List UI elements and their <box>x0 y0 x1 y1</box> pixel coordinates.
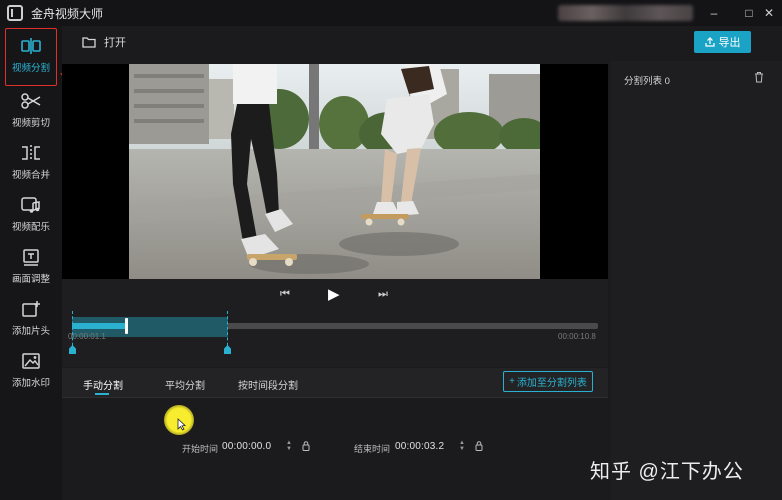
start-time-input[interactable]: 00:00:00.0 <box>222 441 271 452</box>
start-time-stepper[interactable]: ▲ ▼ <box>286 440 292 452</box>
maximize-button[interactable]: □ <box>740 4 758 22</box>
start-time-label: 开始时间 <box>182 444 219 454</box>
sidebar-item-add-watermark[interactable]: 添加水印 <box>5 344 57 402</box>
sidebar-item-label: 添加片头 <box>11 326 50 337</box>
sidebar-item-label: 添加水印 <box>11 378 50 389</box>
toolbar <box>62 26 782 61</box>
watermark-icon <box>22 353 40 369</box>
upload-icon <box>704 37 715 47</box>
sidebar-item-label: 视频合并 <box>11 170 50 181</box>
add-to-split-list-button[interactable]: + 添加至分割列表 <box>503 371 593 392</box>
playhead[interactable] <box>125 318 128 334</box>
sidebar-item-video-merge[interactable]: 视频合并 <box>5 136 57 194</box>
zhihu-watermark: 知乎 @江下办公 <box>590 461 744 483</box>
music-note-icon <box>21 197 40 213</box>
lock-icon[interactable] <box>475 441 483 451</box>
plus-icon: + <box>509 376 515 387</box>
lock-icon[interactable] <box>302 441 310 451</box>
crop-icon <box>23 249 39 266</box>
active-tab-indicator <box>95 393 109 395</box>
tab-manual-split[interactable]: 手动分割 <box>83 377 123 392</box>
minimize-button[interactable]: – <box>705 4 723 22</box>
end-time-input[interactable]: 00:00:03.2 <box>395 441 444 452</box>
trash-icon[interactable] <box>754 71 764 83</box>
mouse-cursor-icon <box>177 418 186 431</box>
end-time-stepper[interactable]: ▲ ▼ <box>459 440 465 452</box>
rewind-button[interactable]: ⏮ <box>280 288 290 301</box>
merge-icon <box>22 145 40 161</box>
export-button[interactable]: 导出 <box>694 31 751 53</box>
app-logo-icon <box>7 5 23 21</box>
sidebar-item-label: 视频剪切 <box>11 118 50 129</box>
open-button[interactable]: 打开 <box>82 34 126 50</box>
split-list-title: 分割列表 0 <box>624 76 670 87</box>
tab-average-split[interactable]: 平均分割 <box>165 377 205 392</box>
end-time-label: 结束时间 <box>354 444 391 454</box>
add-to-list-label: 添加至分割列表 <box>516 378 587 389</box>
played-progress <box>72 323 128 329</box>
app-title: 金舟视频大师 <box>31 6 104 21</box>
add-intro-icon <box>22 301 40 317</box>
scissors-icon <box>21 93 41 109</box>
export-label: 导出 <box>718 37 741 49</box>
sidebar-item-video-music[interactable]: 视频配乐 <box>5 188 57 246</box>
sidebar-item-label: 视频配乐 <box>11 222 50 233</box>
sidebar-item-label: 画面调整 <box>11 274 50 285</box>
close-button[interactable]: ✕ <box>760 4 778 22</box>
tab-time-range-split[interactable]: 按时间段分割 <box>238 377 298 392</box>
sidebar-item-label: 视频分割 <box>11 63 50 74</box>
account-info-blurred[interactable] <box>558 5 693 21</box>
split-icon <box>21 38 41 54</box>
play-button[interactable]: ▶ <box>328 285 340 303</box>
video-frame <box>129 64 540 279</box>
folder-icon <box>82 37 96 48</box>
forward-button[interactable]: ⏭ <box>378 288 388 301</box>
sidebar-item-picture-adjust[interactable]: 画面调整 <box>5 240 57 298</box>
timeline-end-time: 00:00:10.8 <box>558 332 596 341</box>
open-label: 打开 <box>104 37 126 49</box>
sidebar-item-add-intro[interactable]: 添加片头 <box>5 292 57 350</box>
sidebar-item-video-cut[interactable]: 视频剪切 <box>5 84 57 142</box>
split-list-panel <box>611 61 782 500</box>
timeline-start-time: 00:00:01.1 <box>68 332 106 341</box>
sidebar-item-video-split[interactable]: 视频分割 <box>5 28 57 86</box>
